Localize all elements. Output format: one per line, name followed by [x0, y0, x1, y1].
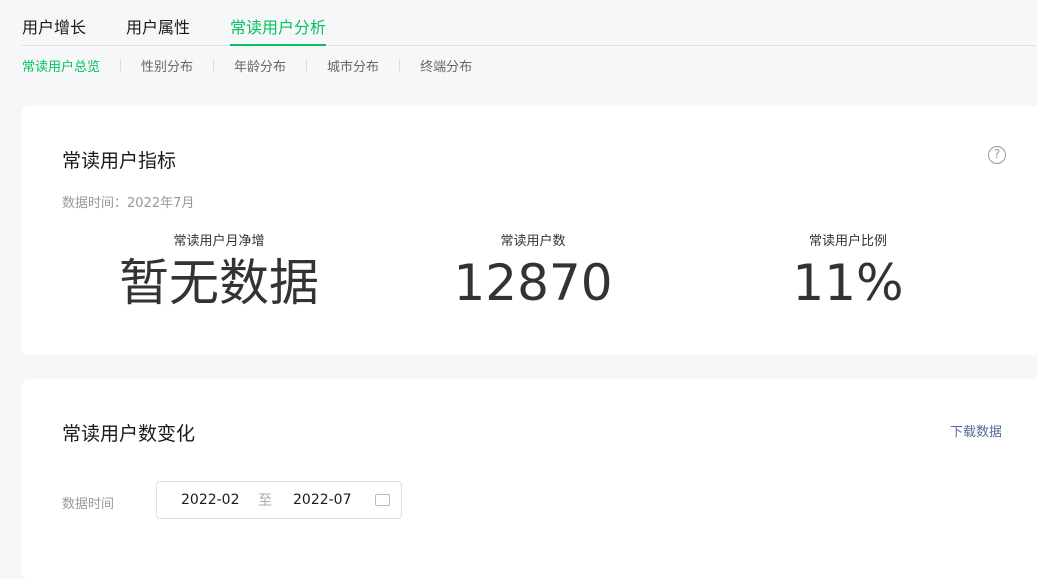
download-data-link[interactable]: 下载数据: [950, 421, 1002, 440]
metric-label: 常读用户比例: [808, 234, 887, 249]
divider: [306, 58, 308, 73]
divider: [399, 58, 401, 73]
metric-label: 常读用户数: [500, 234, 566, 249]
tab-frequent-readers[interactable]: 常读用户分析: [230, 14, 327, 46]
subnav-city[interactable]: 城市分布: [327, 56, 379, 75]
calendar-icon[interactable]: [375, 494, 390, 506]
metrics-card: 常读用户指标 ? 数据时间：2022年7月 常读用户月净增 暂无数据 常读用户数…: [22, 106, 1037, 355]
tab-user-growth[interactable]: 用户增长: [22, 14, 86, 46]
metric-value: 11%: [792, 254, 904, 312]
trend-card: 常读用户数变化 下载数据 数据时间 2022-02 至 2022-07: [22, 379, 1037, 579]
end-month[interactable]: 2022-07: [293, 492, 352, 508]
subnav-overview[interactable]: 常读用户总览: [22, 56, 100, 75]
subnav-age[interactable]: 年龄分布: [234, 56, 286, 75]
main-tabs: 用户增长 用户属性 常读用户分析: [22, 14, 1037, 46]
divider: [213, 58, 215, 73]
tab-user-attributes[interactable]: 用户属性: [126, 14, 190, 46]
metric-value: 暂无数据: [119, 254, 319, 312]
metric-reader-ratio: 常读用户比例 11%: [698, 230, 998, 311]
metric-reader-count: 常读用户数 12870: [383, 230, 683, 311]
range-separator: 至: [258, 493, 272, 509]
help-icon[interactable]: ?: [988, 146, 1006, 164]
metric-value: 12870: [453, 254, 613, 312]
date-range-picker[interactable]: 2022-02 至 2022-07: [156, 481, 402, 519]
date-filter-label: 数据时间: [62, 497, 115, 512]
card-title: 常读用户数变化: [62, 423, 196, 445]
sub-navigation: 常读用户总览 性别分布 年龄分布 城市分布 终端分布: [22, 56, 472, 75]
subnav-device[interactable]: 终端分布: [420, 56, 472, 75]
start-month[interactable]: 2022-02: [181, 492, 240, 508]
metric-net-growth: 常读用户月净增 暂无数据: [69, 230, 369, 311]
subnav-gender[interactable]: 性别分布: [141, 56, 193, 75]
data-time: 数据时间：2022年7月: [62, 196, 195, 211]
divider: [120, 58, 122, 73]
card-title: 常读用户指标: [62, 150, 177, 172]
metric-label: 常读用户月净增: [173, 234, 265, 249]
